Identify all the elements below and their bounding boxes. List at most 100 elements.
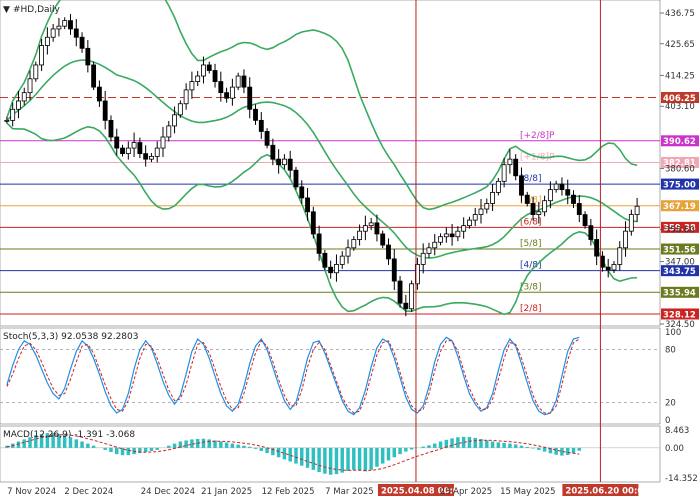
candle-body	[264, 131, 270, 146]
candle-body	[131, 142, 137, 149]
candle-body	[154, 147, 160, 157]
candle-body	[357, 230, 363, 240]
candle-body	[114, 136, 120, 149]
candle-body	[507, 158, 513, 166]
price-tick-label: 414.25	[665, 71, 695, 81]
x-tick-label: 15 May 2025	[500, 487, 555, 497]
candle-body	[172, 114, 177, 127]
candle-body	[68, 20, 73, 30]
candle-body	[224, 92, 230, 99]
candle-body	[565, 189, 571, 196]
candle-body	[189, 81, 195, 91]
candle-body	[108, 119, 114, 138]
candle-body	[293, 169, 299, 188]
candle-body	[166, 125, 172, 138]
candle-body	[50, 28, 56, 38]
candle-body	[137, 142, 143, 155]
murrey-level-label: [5/8]	[520, 239, 542, 249]
candle-body	[438, 236, 443, 243]
candle-body	[472, 214, 478, 221]
x-tick-label: 2 Dec 2024	[64, 487, 113, 497]
candle-body	[617, 247, 623, 265]
murrey-level-label: [4/8]	[520, 261, 542, 271]
macd-title: MACD(12,26,9) -1.391 -3.068	[3, 430, 135, 440]
candle-body	[218, 81, 224, 94]
candle-body	[4, 119, 10, 122]
candle-body	[380, 233, 386, 246]
stoch-panel[interactable]	[0, 327, 661, 425]
candle-body	[322, 252, 328, 268]
candle-body	[62, 20, 68, 27]
candle-body	[328, 266, 334, 274]
candle-body	[183, 89, 189, 105]
candle-body	[449, 233, 455, 238]
symbol-arrow-icon: ▼	[3, 5, 10, 15]
candle-body	[403, 302, 409, 310]
price-level-label: 390.62	[663, 137, 696, 147]
price-level-label: 351.56	[663, 245, 696, 255]
macd-tick-label: 8.463	[665, 426, 689, 436]
candle-body	[10, 108, 16, 121]
trading-chart: 406.25390.62[+2/8]P382.81[+1/8]P375.00[8…	[0, 0, 699, 497]
x-tick-label: 21 Jan 2025	[201, 487, 252, 497]
candle-body	[253, 108, 258, 121]
candle-body	[316, 233, 322, 254]
candle-body	[287, 158, 293, 171]
price-level-label: 335.94	[663, 289, 696, 299]
candle-body	[299, 186, 305, 199]
price-tick-label: 380.60	[665, 165, 695, 175]
candle-body	[547, 189, 553, 202]
candle-body	[530, 203, 536, 215]
candle-body	[495, 180, 501, 193]
candle-body	[33, 64, 39, 80]
candle-body	[623, 230, 628, 249]
murrey-level-label: [6/8]	[520, 217, 542, 227]
stoch-title: Stoch(5,3,3) 92.0538 92.2803	[3, 332, 138, 342]
candle-body	[85, 47, 91, 66]
candle-body	[247, 86, 253, 110]
candle-body	[490, 191, 495, 204]
candle-body	[235, 75, 241, 88]
symbol-title: #HD,Daily	[13, 5, 61, 15]
candle-body	[345, 247, 351, 257]
price-tick-label: 358.60	[665, 226, 695, 236]
candle-body	[386, 244, 391, 260]
candle-body	[397, 280, 403, 304]
candle-body	[559, 183, 565, 191]
price-level-label: 328.12	[663, 310, 696, 320]
candle-body	[160, 136, 166, 149]
candle-body	[519, 175, 524, 196]
candle-body	[201, 64, 206, 77]
murrey-level-label: [2/8]	[520, 304, 542, 314]
candle-body	[374, 222, 380, 235]
price-level-label: 367.19	[663, 202, 696, 212]
candle-body	[351, 239, 357, 249]
candle-body	[628, 214, 634, 232]
candle-body	[177, 103, 183, 116]
candle-body	[391, 258, 397, 282]
candle-body	[426, 247, 432, 254]
candle-body	[484, 203, 490, 210]
x-tick-label: 2025.06.20 00:00	[565, 487, 649, 497]
candle-body	[258, 119, 264, 132]
candle-body	[478, 208, 484, 215]
macd-tick-label: 0.00	[665, 444, 684, 454]
candle-body	[524, 194, 530, 204]
x-tick-label: 7 Mar 2025	[325, 487, 373, 497]
candle-body	[571, 194, 576, 204]
x-tick-label: 7 Nov 2024	[7, 487, 56, 497]
price-tick-label: 425.65	[665, 40, 695, 50]
candle-body	[102, 100, 108, 121]
price-panel[interactable]	[0, 0, 661, 327]
candle-body	[467, 219, 472, 227]
candle-body	[305, 197, 310, 213]
candle-body	[120, 147, 125, 155]
candle-body	[276, 158, 282, 166]
candle-body	[229, 86, 235, 99]
x-tick-label: 23 Apr 2025	[440, 487, 493, 497]
candle-body	[212, 70, 218, 82]
candle-body	[16, 100, 21, 110]
stoch-tick-label: 100	[665, 328, 681, 338]
price-tick-label: 347.00	[665, 258, 695, 268]
candle-body	[339, 255, 345, 265]
